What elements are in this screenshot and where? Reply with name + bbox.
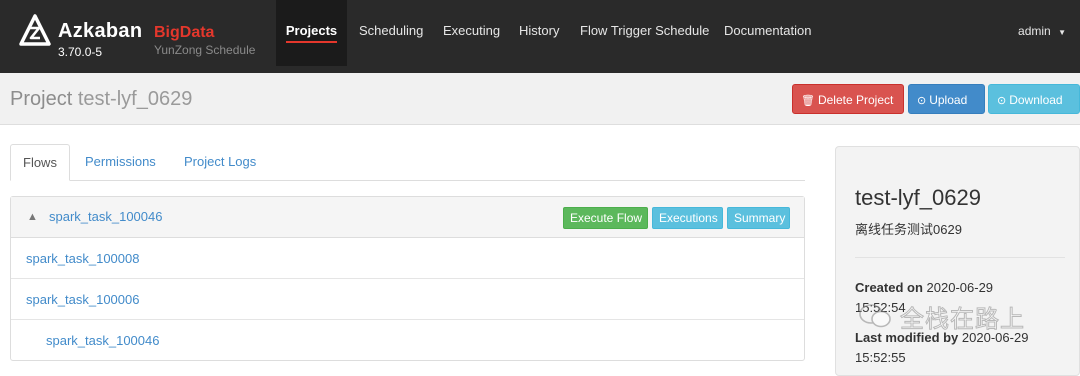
wechat-icon (859, 304, 891, 328)
list-item: spark_task_100008 (11, 238, 804, 279)
upload-label: Upload (929, 93, 968, 107)
nav-documentation[interactable]: Documentation (724, 0, 811, 66)
created-date: 2020-06-29 (926, 280, 994, 295)
summary-button[interactable]: Summary (727, 207, 790, 229)
list-item: spark_task_100046 (11, 320, 804, 361)
project-description: 离线任务测试0629 (855, 222, 962, 237)
tab-project-logs-label: Project Logs (184, 154, 257, 169)
nav-executing-label: Executing (443, 23, 501, 38)
tab-permissions[interactable]: Permissions (73, 144, 168, 181)
azkaban-logo-icon[interactable] (19, 14, 51, 48)
executions-button[interactable]: Executions (652, 207, 723, 229)
job-link[interactable]: spark_task_100046 (46, 333, 159, 348)
chevron-up-icon[interactable]: ▲ (27, 211, 38, 223)
execute-flow-button[interactable]: Execute Flow (563, 207, 648, 229)
nav-scheduling-label: Scheduling (359, 23, 424, 38)
delete-project-button[interactable]: 🗑 Delete Project (792, 84, 904, 114)
delete-project-label: Delete Project (817, 93, 894, 107)
download-button[interactable]: ⊙ Download (988, 84, 1080, 114)
download-label: Download (1009, 93, 1063, 107)
executions-label: Executions (659, 211, 718, 225)
nav-executing[interactable]: Executing (443, 0, 500, 66)
brand-subtitle: YunZong Schedule (154, 43, 256, 57)
trash-icon: 🗑 (801, 95, 815, 107)
nav-documentation-label: Documentation (724, 23, 812, 38)
job-link[interactable]: spark_task_100008 (26, 251, 139, 266)
flow-panel: ▲ spark_task_100046 Execute Flow Executi… (10, 196, 805, 361)
tab-project-logs[interactable]: Project Logs (172, 144, 268, 181)
brand-name[interactable]: Azkaban (58, 20, 142, 43)
page-title-project-name: test-lyf_0629 (77, 88, 193, 110)
nav-history[interactable]: History (519, 0, 559, 66)
nav-scheduling[interactable]: Scheduling (359, 0, 423, 66)
summary-label: Summary (734, 211, 786, 225)
page-title-prefix: Project (10, 88, 73, 110)
created-label: Created on (855, 280, 923, 295)
card-divider (855, 257, 1065, 258)
job-link[interactable]: spark_task_100006 (26, 292, 139, 307)
nav-flow-trigger-schedule-label: Flow Trigger Schedule (580, 23, 710, 38)
caret-down-icon: ▼ (1058, 28, 1066, 37)
tab-flows[interactable]: Flows (10, 144, 70, 181)
project-info-card: test-lyf_0629 离线任务测试0629 Created on 2020… (835, 146, 1080, 376)
nav-flow-trigger-schedule[interactable]: Flow Trigger Schedule (580, 0, 709, 66)
download-icon: ⊙ (997, 95, 1007, 107)
brand-tag: BigData (154, 24, 215, 41)
tab-flows-label: Flows (23, 155, 57, 170)
list-item: spark_task_100006 (11, 279, 804, 320)
page-title: Project test-lyf_0629 (10, 88, 192, 111)
execute-flow-label: Execute Flow (570, 211, 643, 225)
watermark-text: 全栈在路上 (900, 305, 1025, 333)
watermark: 全栈在路上 (858, 296, 1025, 336)
flow-name-link[interactable]: spark_task_100046 (49, 209, 162, 224)
user-menu[interactable]: admin ▼ (1018, 24, 1066, 38)
brand-version: 3.70.0-5 (58, 45, 103, 59)
nav-history-label: History (519, 23, 560, 38)
modified-time: 15:52:55 (855, 350, 906, 365)
upload-icon: ⊙ (917, 95, 927, 107)
nav-projects-label: Projects (285, 23, 338, 43)
nav-projects[interactable]: Projects (276, 0, 347, 66)
top-navbar: Azkaban BigData 3.70.0-5 YunZong Schedul… (0, 0, 1080, 73)
upload-button[interactable]: ⊙ Upload (908, 84, 985, 114)
tab-permissions-label: Permissions (85, 154, 156, 169)
user-name: admin (1018, 24, 1051, 38)
flow-header: ▲ spark_task_100046 Execute Flow Executi… (11, 197, 804, 238)
project-name: test-lyf_0629 (855, 185, 981, 210)
